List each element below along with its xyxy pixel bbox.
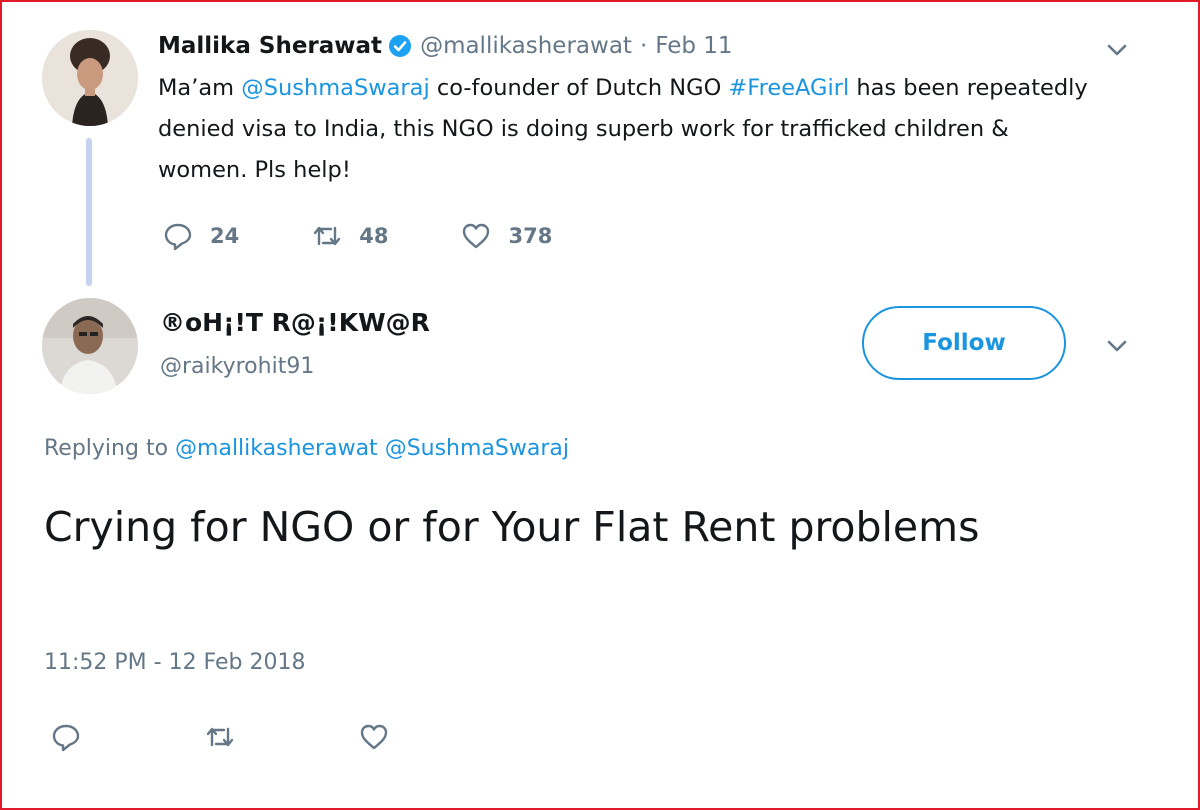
retweet-icon xyxy=(314,226,341,246)
like-count: 378 xyxy=(508,224,553,248)
tweet2-timestamp[interactable]: 11:52 PM - 12 Feb 2018 xyxy=(44,650,306,675)
reply-count: 24 xyxy=(210,224,240,248)
hashtag-link[interactable]: #FreeAGirl xyxy=(728,75,849,101)
replying-to: Replying to @mallikasherawat @SushmaSwar… xyxy=(44,436,569,461)
reply-button[interactable]: 24 xyxy=(162,220,239,252)
tweet1-text-part: Ma’am xyxy=(158,75,242,101)
thread-connector-line xyxy=(86,138,92,286)
tweet1-date[interactable]: Feb 11 xyxy=(655,33,732,59)
retweet-button[interactable]: 48 xyxy=(311,220,388,252)
replying-to-mention[interactable]: @SushmaSwaraj xyxy=(385,436,569,461)
heart-icon xyxy=(463,223,490,249)
retweet-count: 48 xyxy=(359,224,389,248)
replying-to-label: Replying to xyxy=(44,436,169,461)
verified-badge-icon xyxy=(389,35,412,57)
like-button[interactable]: 378 xyxy=(460,220,552,252)
tweet1-action-bar: 24 48 378 xyxy=(162,218,624,254)
tweet2-text: Crying for NGO or for Your Flat Rent pro… xyxy=(44,503,980,551)
tweet2-author-handle[interactable]: @raikyrohit91 xyxy=(160,354,314,379)
tweet1-author-name[interactable]: Mallika Sherawat xyxy=(158,33,382,59)
chevron-down-icon[interactable] xyxy=(1102,35,1132,65)
avatar-mallika[interactable] xyxy=(42,30,138,126)
tweet1-author-handle[interactable]: @mallikasherawat xyxy=(420,33,632,59)
tweet2-author-name[interactable]: ®oH¡!T R@¡!KW@R xyxy=(160,308,430,337)
mention-link[interactable]: @SushmaSwaraj xyxy=(241,75,430,101)
replying-to-mention[interactable]: @mallikasherawat xyxy=(175,436,378,461)
heart-icon[interactable] xyxy=(358,721,390,753)
reply-icon[interactable] xyxy=(50,721,82,753)
chevron-down-icon[interactable] xyxy=(1102,331,1132,361)
reply-icon xyxy=(164,223,192,251)
header-separator: · xyxy=(639,33,648,59)
tweet2-action-bar xyxy=(50,720,512,754)
retweet-icon[interactable] xyxy=(204,721,236,753)
tweet1-text-part: co-founder of Dutch NGO xyxy=(429,75,729,101)
tweet1-text: Ma’am @SushmaSwaraj co-founder of Dutch … xyxy=(158,68,1088,191)
follow-button[interactable]: Follow xyxy=(862,306,1066,380)
avatar-raikyrohit[interactable] xyxy=(42,298,138,394)
tweet1-header: Mallika Sherawat @mallikasherawat · Feb … xyxy=(158,30,733,62)
